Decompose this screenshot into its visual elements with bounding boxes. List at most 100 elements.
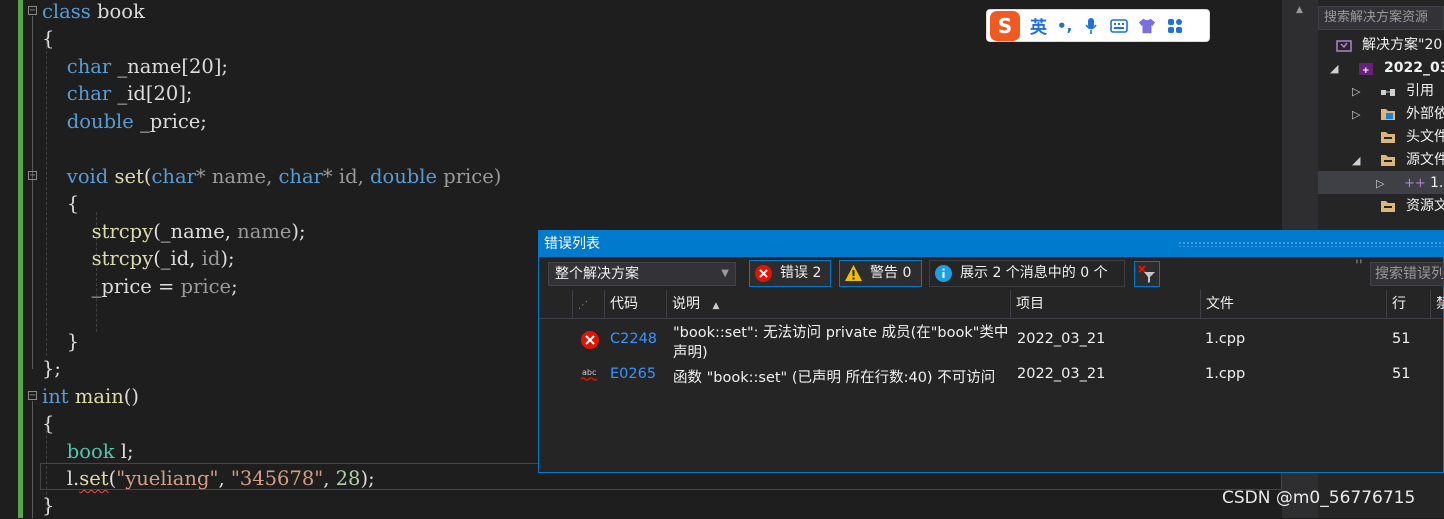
folder-icon	[1381, 109, 1395, 120]
error-search-input[interactable]: 搜索错误列	[1370, 262, 1444, 286]
collapsed-arrow-icon[interactable]: ▷	[1352, 103, 1360, 126]
errors-filter-button[interactable]: 错误 2	[749, 260, 831, 287]
code-line: int main()	[42, 383, 139, 410]
fold-line	[32, 16, 33, 369]
code-line: }	[42, 328, 79, 355]
code-text: _price;	[133, 110, 207, 133]
error-file: 1.cpp	[1205, 366, 1246, 382]
messages-filter-button[interactable]: 展示 2 个消息中的 0 个	[929, 260, 1125, 287]
collapsed-arrow-icon[interactable]: ▷	[1352, 80, 1360, 103]
svg-text:abc: abc	[582, 368, 596, 377]
code-text: );	[291, 220, 306, 243]
filter-folder-icon	[1381, 201, 1395, 212]
collapse-icon[interactable]: −	[28, 171, 37, 181]
error-project: 2022_03_21	[1017, 331, 1106, 347]
code-text: ,	[218, 467, 231, 490]
build-intellisense-filter-button[interactable]	[1134, 261, 1160, 287]
code-line: char _id[20];	[42, 80, 193, 107]
keyword: char	[66, 55, 112, 78]
filter-folder-icon	[1381, 155, 1395, 166]
code-line: _price = price;	[42, 273, 238, 300]
column-header-code[interactable]: 代码	[604, 290, 666, 318]
error-code-link[interactable]: C2248	[610, 331, 657, 347]
error-squiggle-function[interactable]: set	[79, 467, 108, 490]
keyboard-icon[interactable]	[1110, 17, 1129, 35]
error-project: 2022_03_21	[1017, 366, 1106, 382]
toolbar-overflow-icon[interactable]: ''	[1355, 258, 1363, 274]
warnings-filter-button[interactable]: 警告 0	[839, 260, 922, 287]
references-icon	[1381, 89, 1395, 96]
cpp-file-icon: ++	[1404, 176, 1426, 191]
messages-count-label: 展示 2 个消息中的 0 个	[960, 265, 1108, 281]
skin-shirt-icon[interactable]	[1138, 17, 1156, 35]
ime-toolbar[interactable]: S 英 •,	[986, 9, 1210, 42]
column-header-line[interactable]: 行	[1386, 290, 1430, 318]
error-code-link[interactable]: E0265	[610, 366, 656, 382]
solution-icon	[1336, 40, 1352, 52]
solution-search-input[interactable]: 搜索解决方案资源	[1318, 6, 1444, 30]
function-name: set	[108, 165, 144, 188]
code-line: {	[42, 410, 54, 437]
description-header-label: 说明	[672, 296, 700, 312]
toolbox-grid-icon[interactable]	[1166, 17, 1184, 35]
ime-language-toggle[interactable]: 英	[1030, 13, 1047, 38]
filter-folder-icon	[1381, 132, 1395, 143]
keyword: char	[278, 165, 323, 188]
scroll-up-arrow-icon[interactable]: ▲	[1296, 5, 1303, 15]
code-line: book l;	[42, 438, 134, 465]
code-text: _id[20];	[111, 82, 193, 105]
cpp-project-icon: +	[1359, 63, 1373, 76]
code-text: {	[42, 27, 55, 50]
warnings-count-label: 警告 0	[870, 265, 912, 281]
tree-item-label: 引用	[1406, 83, 1434, 99]
code-line: void set(char* name, char* id, double pr…	[42, 163, 502, 190]
sogou-logo-icon[interactable]: S	[990, 10, 1020, 41]
intellisense-error-icon: abc	[580, 368, 598, 381]
column-header-project[interactable]: 项目	[1010, 290, 1200, 318]
column-header-file[interactable]: 文件	[1200, 290, 1386, 318]
error-list-title-bar[interactable]: 错误列表	[538, 231, 1444, 257]
code-line: l.set("yueliang", "345678", 28);	[42, 465, 375, 492]
column-header-category[interactable]: ⋰	[572, 290, 604, 318]
parameter: * name,	[195, 165, 279, 188]
keyword: double	[370, 165, 438, 188]
code-line: strcpy(_id, id);	[42, 245, 235, 272]
code-line: {	[42, 190, 79, 217]
chevron-down-icon: ▼	[721, 268, 729, 279]
parameter: price)	[437, 165, 502, 188]
scope-dropdown[interactable]: 整个解决方案 ▼	[548, 262, 736, 286]
svg-text:+: +	[1362, 66, 1370, 76]
code-text: {	[42, 192, 80, 215]
ime-punctuation-toggle[interactable]: •,	[1057, 17, 1072, 35]
type-name: book	[66, 440, 115, 463]
collapsed-arrow-icon[interactable]: ▷	[1376, 172, 1384, 195]
error-description: 函数 "book::set" (已声明 所在行数:40) 不可访问	[673, 370, 996, 386]
code-line: {	[42, 25, 54, 52]
function-name: strcpy	[91, 247, 154, 270]
code-text: ;	[231, 275, 238, 298]
collapse-icon[interactable]: −	[28, 6, 37, 16]
collapse-icon[interactable]: −	[28, 391, 37, 401]
expanded-arrow-icon[interactable]: ◢	[1352, 149, 1360, 172]
function-name: strcpy	[91, 220, 154, 243]
column-header-description[interactable]: 说明 ▲	[666, 290, 1010, 318]
error-line: 51	[1392, 331, 1411, 347]
column-header-suppression[interactable]: 禁	[1430, 290, 1444, 318]
expanded-arrow-icon[interactable]: ◢	[1330, 57, 1338, 80]
clear-filter-icon	[1138, 265, 1155, 283]
tree-item-label: 外部依	[1406, 106, 1444, 122]
code-text: }	[42, 330, 80, 353]
parameter: name	[237, 220, 292, 243]
microphone-icon[interactable]	[1082, 17, 1100, 35]
code-line: };	[42, 355, 61, 382]
error-line: 51	[1392, 366, 1411, 382]
code-text: ()	[123, 385, 139, 408]
string-literal: "345678"	[230, 467, 324, 490]
